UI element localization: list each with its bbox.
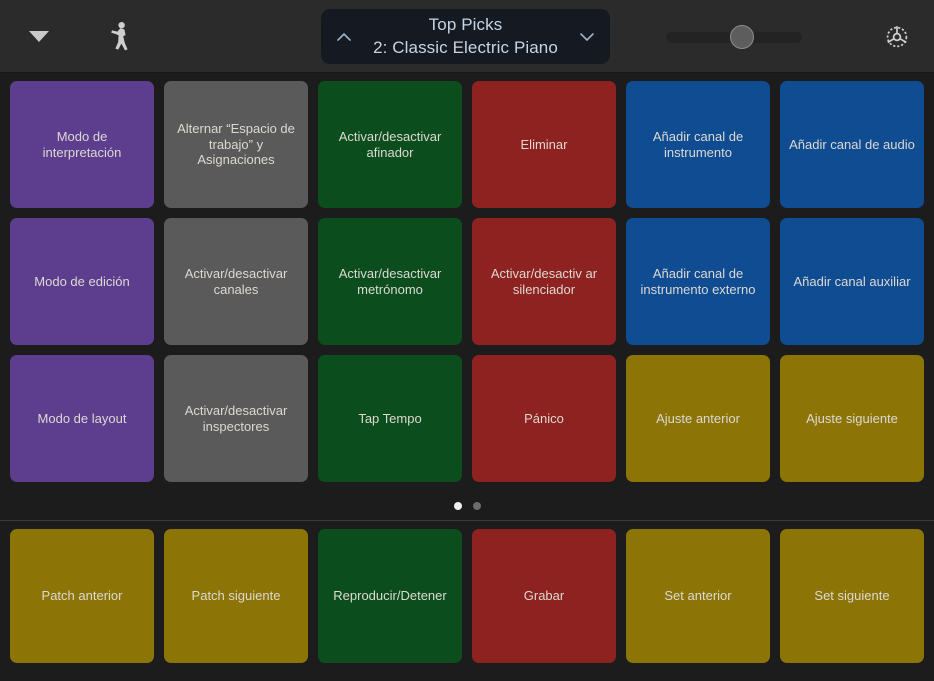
pad-label: Alternar “Espacio de trabajo” y Asignaci… — [177, 120, 295, 168]
pad-label: Activar/desactivar canales — [184, 265, 288, 297]
pad-label: Añadir canal de audio — [789, 136, 915, 152]
command-pad-grid: Modo de interpretación Alternar “Espacio… — [0, 73, 934, 520]
pad-label: Patch siguiente — [191, 588, 281, 604]
pad-label: Set anterior — [664, 588, 732, 604]
pad-row-3: Modo de layout Activar/desactivar inspec… — [10, 355, 924, 482]
pad-next-set[interactable]: Set siguiente — [780, 529, 924, 663]
pad-row-1: Modo de interpretación Alternar “Espacio… — [10, 81, 924, 208]
performer-mode-button[interactable] — [104, 19, 138, 53]
volume-slider[interactable] — [666, 20, 802, 54]
pad-record[interactable]: Grabar — [472, 529, 616, 663]
patch-name-label: 2: Classic Electric Piano — [373, 37, 558, 57]
pad-label: Activar/desactivar metrónomo — [338, 265, 442, 297]
page-dot-2[interactable] — [472, 502, 481, 510]
pad-panic[interactable]: Pánico — [472, 355, 616, 482]
pad-label: Modo de edición — [34, 273, 130, 289]
pad-performance-mode[interactable]: Modo de interpretación — [10, 81, 154, 208]
pad-label: Activar/desactiv ar silenciador — [490, 265, 598, 297]
patch-display: Top Picks 2: Classic Electric Piano — [355, 14, 576, 59]
pad-add-aux-channel[interactable]: Añadir canal auxiliar — [780, 218, 924, 345]
menu-button[interactable] — [22, 19, 56, 53]
pad-add-external-instrument-channel[interactable]: Añadir canal de instrumento externo — [626, 218, 770, 345]
pad-toggle-inspectors[interactable]: Activar/desactivar inspectores — [164, 355, 308, 482]
pad-add-instrument-channel[interactable]: Añadir canal de instrumento — [626, 81, 770, 208]
patch-collection-label: Top Picks — [428, 15, 503, 35]
pad-tap-tempo[interactable]: Tap Tempo — [318, 355, 462, 482]
pad-toggle-tuner[interactable]: Activar/desactivar afinador — [318, 81, 462, 208]
pad-label: Activar/desactivar inspectores — [184, 402, 288, 434]
pad-label: Set siguiente — [814, 588, 890, 604]
toolbar-right-group — [666, 0, 934, 73]
pad-label: Activar/desactivar afinador — [338, 128, 442, 160]
transport-row: Patch anterior Patch siguiente Reproduci… — [10, 529, 924, 663]
gear-icon — [886, 25, 908, 47]
pad-next-setting[interactable]: Ajuste siguiente — [780, 355, 924, 482]
page-dot-1[interactable] — [453, 502, 462, 510]
toolbar: Top Picks 2: Classic Electric Piano — [0, 0, 934, 73]
pad-label: Modo de interpretación — [42, 128, 122, 160]
pad-label: Reproducir/Detener — [333, 588, 447, 604]
triangle-down-icon — [29, 30, 49, 42]
pad-next-patch[interactable]: Patch siguiente — [164, 529, 308, 663]
toolbar-left-group — [0, 19, 138, 53]
pad-previous-patch[interactable]: Patch anterior — [10, 529, 154, 663]
pad-label: Eliminar — [520, 136, 568, 152]
pad-label: Patch anterior — [41, 588, 123, 604]
patch-previous-button[interactable] — [333, 26, 355, 48]
chevron-down-icon — [580, 32, 594, 41]
pad-toggle-channels[interactable]: Activar/desactivar canales — [164, 218, 308, 345]
slider-thumb[interactable] — [729, 24, 754, 49]
pad-previous-set[interactable]: Set anterior — [626, 529, 770, 663]
pad-label: Pánico — [524, 410, 564, 426]
pad-add-audio-channel[interactable]: Añadir canal de audio — [780, 81, 924, 208]
page-indicator — [10, 492, 924, 520]
patch-next-button[interactable] — [576, 26, 598, 48]
pad-label: Añadir canal de instrumento externo — [640, 265, 756, 297]
pad-label: Modo de layout — [37, 410, 127, 426]
pad-toggle-metronome[interactable]: Activar/desactivar metrónomo — [318, 218, 462, 345]
pad-layout-mode[interactable]: Modo de layout — [10, 355, 154, 482]
pad-delete[interactable]: Eliminar — [472, 81, 616, 208]
pad-label: Ajuste siguiente — [806, 410, 898, 426]
pad-edit-mode[interactable]: Modo de edición — [10, 218, 154, 345]
pad-label: Tap Tempo — [358, 410, 422, 426]
pad-toggle-mute[interactable]: Activar/desactiv ar silenciador — [472, 218, 616, 345]
pad-play-stop[interactable]: Reproducir/Detener — [318, 529, 462, 663]
patch-selector[interactable]: Top Picks 2: Classic Electric Piano — [321, 9, 610, 64]
pad-label: Grabar — [523, 588, 565, 604]
pad-toggle-workspace-assignments[interactable]: Alternar “Espacio de trabajo” y Asignaci… — [164, 81, 308, 208]
settings-button[interactable] — [878, 18, 916, 56]
pad-label: Añadir canal de instrumento — [652, 128, 744, 160]
chevron-up-icon — [337, 32, 351, 41]
pad-previous-setting[interactable]: Ajuste anterior — [626, 355, 770, 482]
pad-label: Ajuste anterior — [656, 410, 740, 426]
performer-icon — [111, 22, 128, 51]
pad-label: Añadir canal auxiliar — [793, 273, 911, 289]
pad-row-2: Modo de edición Activar/desactivar canal… — [10, 218, 924, 345]
transport-strip: Patch anterior Patch siguiente Reproduci… — [0, 520, 934, 672]
